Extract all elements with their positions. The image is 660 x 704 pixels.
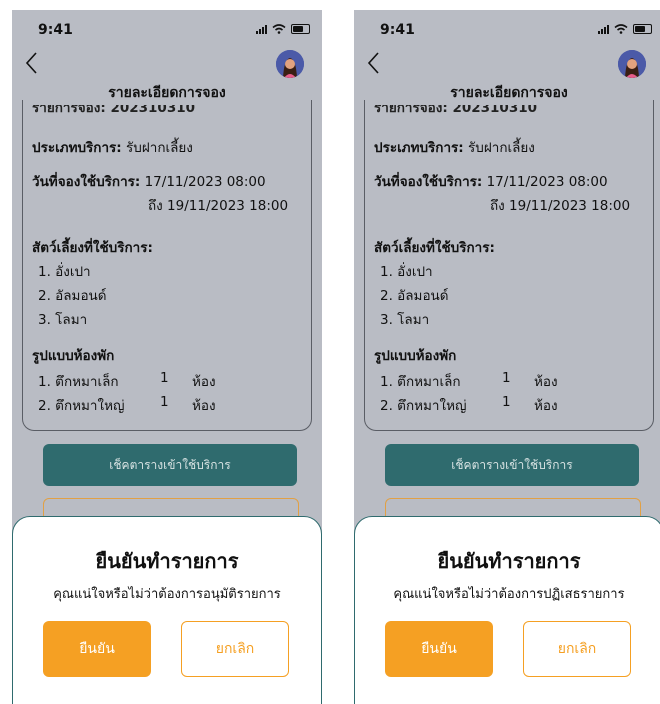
booking-date-to: ถึง 19/11/2023 18:00 bbox=[148, 198, 289, 214]
room-count: 1 bbox=[160, 394, 169, 410]
rooms-label: รูปแบบห้องพัก bbox=[32, 348, 115, 364]
room-unit: ห้อง bbox=[534, 398, 558, 414]
dialog-message: คุณแน่ใจหรือไม่ว่าต้องการปฏิเสธรายการ bbox=[393, 587, 625, 602]
pet-item: 3. โลมา bbox=[380, 312, 430, 328]
battery-icon bbox=[633, 24, 652, 34]
status-time: 9:41 bbox=[380, 22, 415, 38]
service-type-row: ประเภทบริการ: รับฝากเลี้ยง bbox=[32, 136, 193, 158]
room-name: 1. ตึกหมาเล็ก bbox=[380, 374, 461, 390]
phone-screen-reject: 9:41 รายละเอียดการจอง รายการจอง: 2023103… bbox=[354, 10, 660, 704]
room-count: 1 bbox=[502, 370, 511, 386]
back-chevron-icon[interactable] bbox=[364, 50, 384, 76]
confirm-dialog: ยืนยันทำรายการ คุณแน่ใจหรือไม่ว่าต้องการ… bbox=[354, 516, 660, 704]
booking-date-to: ถึง 19/11/2023 18:00 bbox=[490, 198, 631, 214]
room-count: 1 bbox=[502, 394, 511, 410]
user-avatar[interactable] bbox=[276, 50, 304, 78]
wifi-icon bbox=[272, 24, 286, 34]
dialog-title: ยืนยันทำรายการ bbox=[437, 549, 581, 573]
pet-item: 1. อั่งเปา bbox=[38, 264, 91, 280]
confirm-button[interactable]: ยืนยัน bbox=[43, 621, 151, 677]
booking-date-row: วันที่จองใช้บริการ: 17/11/2023 08:00 bbox=[32, 170, 266, 192]
back-chevron-icon[interactable] bbox=[22, 50, 42, 76]
service-type-value: รับฝากเลี้ยง bbox=[468, 140, 535, 156]
room-unit: ห้อง bbox=[534, 374, 558, 390]
booking-date-row: วันที่จองใช้บริการ: 17/11/2023 08:00 bbox=[374, 170, 608, 192]
status-time: 9:41 bbox=[38, 22, 73, 38]
phone-screen-approve: 9:41 รายละเอียดการจอง รายการจอง: 2023103… bbox=[12, 10, 322, 704]
dialog-title: ยืนยันทำรายการ bbox=[95, 549, 239, 573]
room-unit: ห้อง bbox=[192, 398, 216, 414]
confirm-button[interactable]: ยืนยัน bbox=[385, 621, 493, 677]
status-icons bbox=[256, 24, 310, 34]
wifi-icon bbox=[614, 24, 628, 34]
booking-date-label: วันที่จองใช้บริการ: bbox=[374, 174, 483, 190]
service-type-label: ประเภทบริการ: bbox=[32, 140, 122, 156]
booking-date-from: 17/11/2023 08:00 bbox=[144, 174, 266, 190]
room-name: 1. ตึกหมาเล็ก bbox=[38, 374, 119, 390]
confirm-dialog: ยืนยันทำรายการ คุณแน่ใจหรือไม่ว่าต้องการ… bbox=[12, 516, 322, 704]
cancel-button[interactable]: ยกเลิก bbox=[181, 621, 289, 677]
status-bar: 9:41 bbox=[12, 10, 322, 50]
booking-date-label: วันที่จองใช้บริการ: bbox=[32, 174, 141, 190]
pet-item: 1. อั่งเปา bbox=[380, 264, 433, 280]
service-type-value: รับฝากเลี้ยง bbox=[126, 140, 193, 156]
service-type-row: ประเภทบริการ: รับฝากเลี้ยง bbox=[374, 136, 535, 158]
status-icons bbox=[598, 24, 652, 34]
booking-date-from: 17/11/2023 08:00 bbox=[486, 174, 608, 190]
pet-item: 3. โลมา bbox=[38, 312, 88, 328]
room-count: 1 bbox=[160, 370, 169, 386]
signal-icon bbox=[598, 24, 609, 34]
check-schedule-button[interactable]: เช็คตารางเข้าใช้บริการ bbox=[385, 444, 639, 486]
status-bar: 9:41 bbox=[354, 10, 660, 50]
user-avatar[interactable] bbox=[618, 50, 646, 78]
cancel-button[interactable]: ยกเลิก bbox=[523, 621, 631, 677]
pet-item: 2. อัลมอนด์ bbox=[380, 288, 449, 304]
check-schedule-button[interactable]: เช็คตารางเข้าใช้บริการ bbox=[43, 444, 297, 486]
rooms-label: รูปแบบห้องพัก bbox=[374, 348, 457, 364]
dialog-message: คุณแน่ใจหรือไม่ว่าต้องการอนุมัติรายการ bbox=[53, 587, 281, 602]
pets-label: สัตว์เลี้ยงที่ใช้บริการ: bbox=[32, 240, 153, 256]
service-type-label: ประเภทบริการ: bbox=[374, 140, 464, 156]
room-name: 2. ตึกหมาใหญ่ bbox=[38, 398, 125, 414]
pet-item: 2. อัลมอนด์ bbox=[38, 288, 107, 304]
battery-icon bbox=[291, 24, 310, 34]
room-name: 2. ตึกหมาใหญ่ bbox=[380, 398, 467, 414]
pets-label: สัตว์เลี้ยงที่ใช้บริการ: bbox=[374, 240, 495, 256]
room-unit: ห้อง bbox=[192, 374, 216, 390]
signal-icon bbox=[256, 24, 267, 34]
